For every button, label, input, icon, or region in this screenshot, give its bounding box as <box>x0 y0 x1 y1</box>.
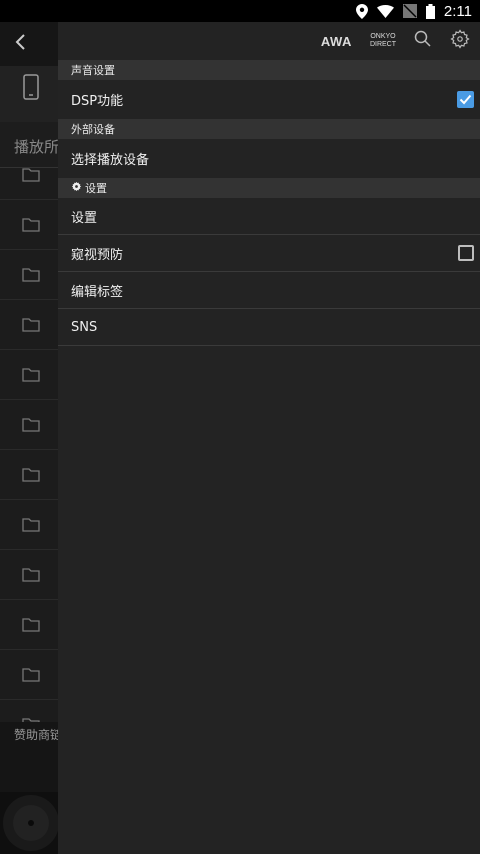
signal-off-icon <box>402 4 417 18</box>
sponsor-label: 赞助商链 <box>14 728 63 742</box>
background-toolbar <box>0 22 60 66</box>
folder-list <box>0 150 60 750</box>
sns-item[interactable]: SNS <box>58 309 480 346</box>
back-icon[interactable] <box>12 32 30 56</box>
sponsor-banner[interactable]: 赞助商链 <box>0 722 63 792</box>
edit-tags-item[interactable]: 编辑标签 <box>58 272 480 309</box>
list-item[interactable] <box>0 600 60 650</box>
settings-drawer: AWA ONKYO DIRECT 声音设置 DSP功能 外部设备 选择播放设备 … <box>58 22 480 854</box>
item-label: 编辑标签 <box>71 284 124 300</box>
mini-player[interactable] <box>0 792 60 854</box>
disc-icon <box>2 794 60 854</box>
folder-icon <box>22 567 40 586</box>
list-item[interactable] <box>0 650 60 700</box>
onkyo-direct-button[interactable]: ONKYO DIRECT <box>370 33 396 49</box>
list-item[interactable] <box>0 300 60 350</box>
status-time: 2:11 <box>443 2 472 20</box>
folder-icon <box>22 617 40 636</box>
section-title: 声音设置 <box>71 64 115 77</box>
section-title: 外部设备 <box>71 123 115 136</box>
peek-prevention-item[interactable]: 窥视预防 <box>58 235 480 272</box>
folder-icon <box>22 417 40 436</box>
drawer-header: AWA ONKYO DIRECT <box>58 22 480 60</box>
location-icon <box>355 3 368 19</box>
item-label: 设置 <box>71 210 98 226</box>
folder-icon <box>22 167 40 186</box>
list-item[interactable] <box>0 150 60 200</box>
awa-button[interactable]: AWA <box>321 34 352 49</box>
list-item[interactable] <box>0 250 60 300</box>
folder-icon <box>22 517 40 536</box>
wifi-icon <box>376 4 394 18</box>
phone-icon <box>23 74 39 104</box>
settings-item[interactable]: 设置 <box>58 198 480 235</box>
item-label: 选择播放设备 <box>71 153 150 168</box>
dsp-checkbox[interactable] <box>457 91 474 108</box>
list-item[interactable] <box>0 400 60 450</box>
list-item[interactable] <box>0 350 60 400</box>
peek-prevention-checkbox[interactable] <box>458 245 474 261</box>
item-label: DSP功能 <box>71 94 124 109</box>
device-selector[interactable] <box>0 66 60 122</box>
status-bar: 2:11 <box>0 0 480 22</box>
search-icon[interactable] <box>414 30 432 52</box>
folder-icon <box>22 217 40 236</box>
select-playback-device-item[interactable]: 选择播放设备 <box>58 139 480 178</box>
list-item[interactable] <box>0 550 60 600</box>
item-label: SNS <box>71 319 98 335</box>
folder-icon <box>22 367 40 386</box>
folder-icon <box>22 467 40 486</box>
battery-icon <box>425 3 435 19</box>
item-label: 窥视预防 <box>71 247 124 263</box>
small-gear-icon <box>71 181 82 195</box>
section-header-sound: 声音设置 <box>58 60 480 80</box>
gear-icon[interactable] <box>450 29 470 53</box>
section-title: 设置 <box>85 182 107 195</box>
folder-icon <box>22 267 40 286</box>
list-item[interactable] <box>0 500 60 550</box>
list-item[interactable] <box>0 450 60 500</box>
list-item[interactable] <box>0 200 60 250</box>
dsp-function-item[interactable]: DSP功能 <box>58 80 480 119</box>
folder-icon <box>22 667 40 686</box>
section-header-external: 外部设备 <box>58 119 480 139</box>
section-header-settings: 设置 <box>58 178 480 198</box>
onkyo-line1: ONKYO <box>370 33 396 40</box>
folder-icon <box>22 317 40 336</box>
onkyo-line2: DIRECT <box>369 41 396 48</box>
